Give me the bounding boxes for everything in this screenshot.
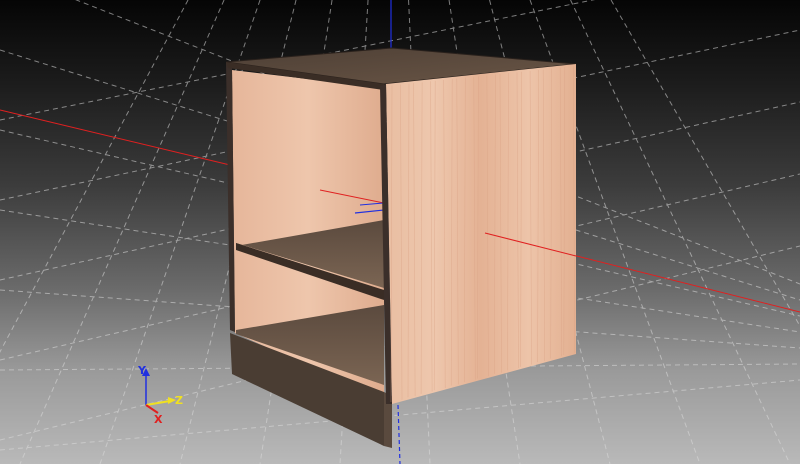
axis-gizmo: Y Z X	[137, 364, 183, 426]
gizmo-x-label: X	[154, 413, 163, 426]
gizmo-y-label: Y	[137, 364, 147, 377]
cabinet-model[interactable]	[225, 47, 577, 448]
3d-viewport[interactable]: Y Z X	[0, 0, 800, 464]
grid-line	[0, 0, 189, 353]
gizmo-z-label: Z	[175, 394, 183, 407]
gizmo-x-axis	[145, 404, 159, 414]
grid-line	[570, 0, 791, 464]
y-axis-line	[397, 404, 401, 464]
grid-line	[19, 0, 225, 464]
3d-scene[interactable]: Y Z X	[0, 0, 800, 464]
